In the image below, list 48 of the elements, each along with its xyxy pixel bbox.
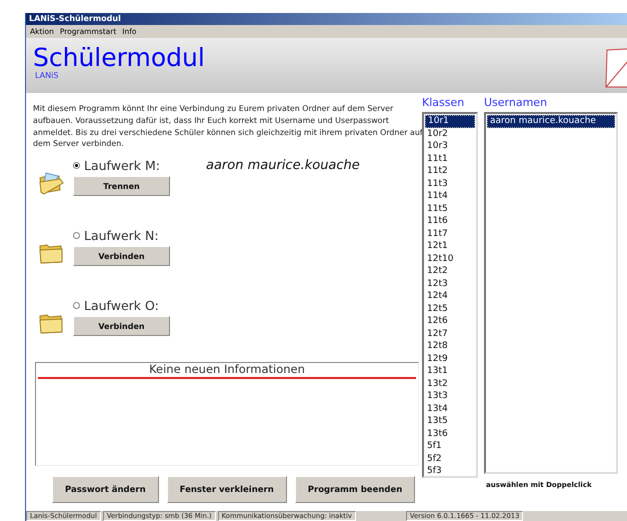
class-item[interactable]: 13t3 (425, 390, 475, 402)
class-item[interactable]: 11t4 (425, 190, 475, 202)
action-button[interactable]: Passwort ändern (52, 476, 159, 504)
class-item[interactable]: 12t2 (425, 265, 475, 278)
class-item[interactable]: 12t4 (425, 290, 475, 302)
class-item[interactable]: 12t1 (425, 240, 475, 252)
class-item[interactable]: 13t2 (425, 378, 475, 390)
class-item[interactable]: 5f2 (425, 452, 475, 465)
usernames-label: Usernamen (484, 96, 548, 111)
class-item[interactable]: 12t7 (425, 328, 475, 340)
class-item[interactable]: 11t6 (425, 215, 475, 228)
class-item[interactable]: 13t5 (425, 415, 475, 428)
disconnect-button[interactable]: Trennen (73, 176, 170, 196)
usernames-list[interactable]: aaron maurice.kouache (484, 112, 618, 474)
class-item[interactable]: 13t4 (425, 402, 475, 415)
connected-user: aaron maurice.kouache (206, 158, 360, 174)
class-item[interactable]: 5f1 (425, 440, 475, 452)
class-item[interactable]: 10r1 (425, 115, 475, 128)
action-button[interactable]: Fenster verkleinern (166, 476, 287, 504)
drive-label: Laufwerk N: (84, 228, 160, 244)
class-item[interactable]: 11t1 (425, 152, 475, 165)
app-title: Schülermodul (33, 45, 205, 71)
class-item[interactable]: 11t7 (425, 228, 475, 240)
classes-label: Klassen (422, 96, 466, 111)
window-title: LANiS-Schülermodul (26, 13, 627, 25)
class-item[interactable]: 10r2 (425, 128, 475, 140)
class-item[interactable]: 11t2 (425, 165, 475, 178)
class-item[interactable]: 12t6 (425, 315, 475, 328)
connect-button[interactable]: Verbinden (73, 316, 170, 336)
info-heading: Keine neuen Informationen (38, 363, 416, 380)
class-item[interactable]: 13t1 (425, 365, 475, 378)
action-button[interactable]: Programm beenden (294, 476, 416, 504)
class-item[interactable]: 10r3 (425, 140, 475, 152)
class-item[interactable]: 12t3 (425, 278, 475, 290)
drive-label: Laufwerk O: (84, 298, 160, 314)
classes-list[interactable]: 10r1 10r2 10r3 11t1 11t2 11t3 11t4 11t5 11t6 11t7 12t1 12t10 12t2 12t3 12t4 12t5 12t6 12t7 12t8 12t9 13t1 13t2 13t3 13t4 13t5 13t6 5f1 5f2 5f3 (422, 112, 478, 478)
username-item[interactable]: aaron maurice.kouache (487, 115, 615, 128)
class-item[interactable]: 12t5 (425, 302, 475, 315)
connect-button[interactable]: Verbinden (73, 246, 170, 266)
class-item[interactable]: 13t6 (425, 428, 475, 440)
class-item[interactable]: 12t10 (425, 252, 475, 265)
class-item[interactable]: 12t9 (425, 352, 475, 365)
drive-label: Laufwerk M: (84, 158, 161, 174)
class-item[interactable]: 11t3 (425, 178, 475, 190)
app-subtitle: LANiS (34, 71, 60, 80)
class-item[interactable]: 11t5 (425, 202, 475, 215)
class-item[interactable]: 12t8 (425, 340, 475, 352)
class-item[interactable]: 5f3 (425, 465, 475, 476)
